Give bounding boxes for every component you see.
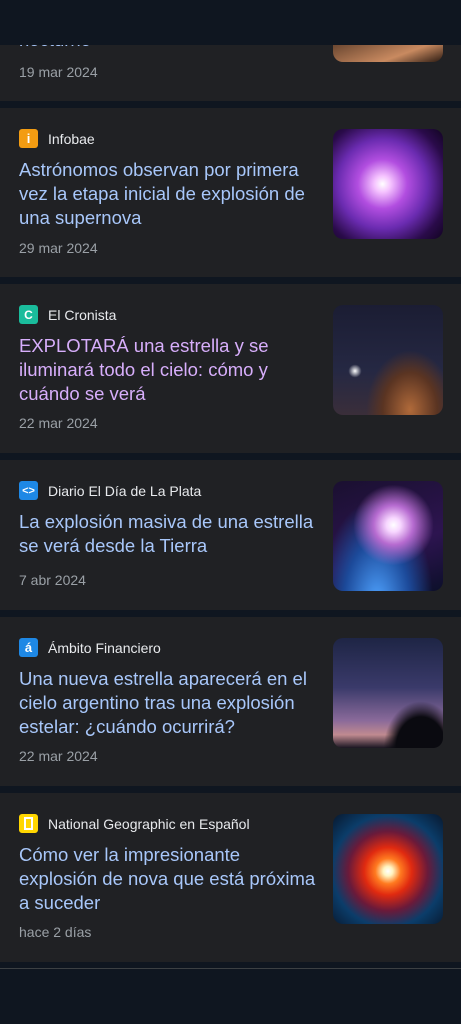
article-thumbnail[interactable] xyxy=(333,305,443,415)
diario-el-dia-icon: <> xyxy=(19,481,38,500)
news-card[interactable]: <> Diario El Día de La Plata La explosió… xyxy=(0,460,461,610)
article-thumbnail[interactable] xyxy=(333,481,443,591)
source-name: Diario El Día de La Plata xyxy=(48,482,202,499)
article-title[interactable]: Cómo ver la impresionante explosión de n… xyxy=(19,843,319,915)
article-source: á Ámbito Financiero xyxy=(19,638,161,657)
article-date: hace 2 días xyxy=(19,924,92,940)
source-name: National Geographic en Español xyxy=(48,815,250,832)
article-date: 22 mar 2024 xyxy=(19,748,98,764)
natgeo-icon xyxy=(19,814,38,833)
article-date: 22 mar 2024 xyxy=(19,415,98,431)
news-card[interactable]: á Ámbito Financiero Una nueva estrella a… xyxy=(0,617,461,786)
infobae-icon: i xyxy=(19,129,38,148)
article-source: i Infobae xyxy=(19,129,95,148)
article-date: 29 mar 2024 xyxy=(19,240,98,256)
ambito-icon: á xyxy=(19,638,38,657)
article-thumbnail[interactable] xyxy=(333,129,443,239)
article-source: C El Cronista xyxy=(19,305,116,324)
el-cronista-icon: C xyxy=(19,305,38,324)
news-card[interactable]: C El Cronista EXPLOTARÁ una estrella y s… xyxy=(0,284,461,453)
article-thumbnail[interactable] xyxy=(333,638,443,748)
source-name: El Cronista xyxy=(48,306,117,323)
article-date: 7 abr 2024 xyxy=(19,572,86,588)
source-name: Infobae xyxy=(48,130,95,147)
article-date: 19 mar 2024 xyxy=(19,64,98,80)
article-title[interactable]: Astrónomos observan por primera vez la e… xyxy=(19,158,319,230)
top-app-bar xyxy=(0,0,461,45)
article-thumbnail[interactable] xyxy=(333,814,443,924)
bottom-bar xyxy=(0,968,461,1024)
news-card[interactable]: National Geographic en Español Cómo ver … xyxy=(0,793,461,962)
article-title[interactable]: La explosión masiva de una estrella se v… xyxy=(19,510,319,558)
article-title[interactable]: EXPLOTARÁ una estrella y se iluminará to… xyxy=(19,334,319,406)
article-title[interactable]: Una nueva estrella aparecerá en el cielo… xyxy=(19,667,319,739)
article-source: <> Diario El Día de La Plata xyxy=(19,481,201,500)
news-card[interactable]: i Infobae Astrónomos observan por primer… xyxy=(0,108,461,277)
source-name: Ámbito Financiero xyxy=(48,639,161,656)
article-source: National Geographic en Español xyxy=(19,814,250,833)
